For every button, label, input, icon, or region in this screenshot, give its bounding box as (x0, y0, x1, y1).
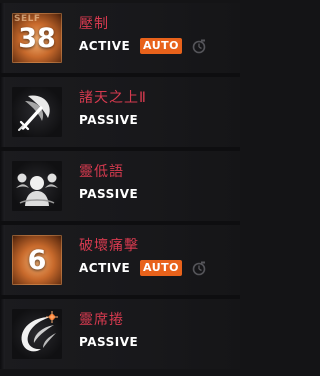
spirit-sweep-icon (12, 309, 62, 359)
skill-row-4[interactable]: 6 破壞痛擊 ACTIVE AUTO (0, 225, 240, 299)
cooldown-icon (192, 261, 206, 276)
skill-list: SELF 38 壓制 ACTIVE AUTO 諸天之上Ⅱ PASSIVE 靈低語… (0, 0, 240, 376)
skill-type: ACTIVE (79, 39, 131, 53)
row-edge (0, 77, 5, 147)
skill-row-1[interactable]: SELF 38 壓制 ACTIVE AUTO (0, 3, 240, 77)
skill-row-5[interactable]: 靈席捲 PASSIVE (0, 299, 240, 369)
skill-type: PASSIVE (79, 335, 139, 349)
skill-name: 破壞痛擊 (79, 238, 139, 254)
skill-type: ACTIVE (79, 261, 131, 275)
spirit-whisper-icon (12, 161, 62, 211)
skill-type: PASSIVE (79, 113, 139, 127)
self-counter-icon: SELF 38 (12, 13, 62, 63)
row-edge (0, 3, 5, 73)
skill-name: 靈低語 (79, 164, 124, 180)
sword-slash-icon (12, 87, 62, 137)
row-edge (0, 151, 5, 221)
auto-badge[interactable]: AUTO (140, 38, 182, 54)
cooldown-icon (192, 39, 206, 54)
skill-name: 靈席捲 (79, 312, 124, 328)
stack-count: 6 (27, 244, 47, 276)
skill-type: PASSIVE (79, 187, 139, 201)
row-edge (0, 299, 5, 369)
skill-row-3[interactable]: 靈低語 PASSIVE (0, 151, 240, 225)
skill-row-2[interactable]: 諸天之上Ⅱ PASSIVE (0, 77, 240, 151)
stack-count: 38 (18, 22, 56, 54)
row-edge (0, 225, 5, 295)
counter-icon: 6 (12, 235, 62, 285)
skill-name: 壓制 (79, 16, 109, 32)
auto-badge[interactable]: AUTO (140, 260, 182, 276)
skill-name: 諸天之上Ⅱ (79, 90, 147, 106)
